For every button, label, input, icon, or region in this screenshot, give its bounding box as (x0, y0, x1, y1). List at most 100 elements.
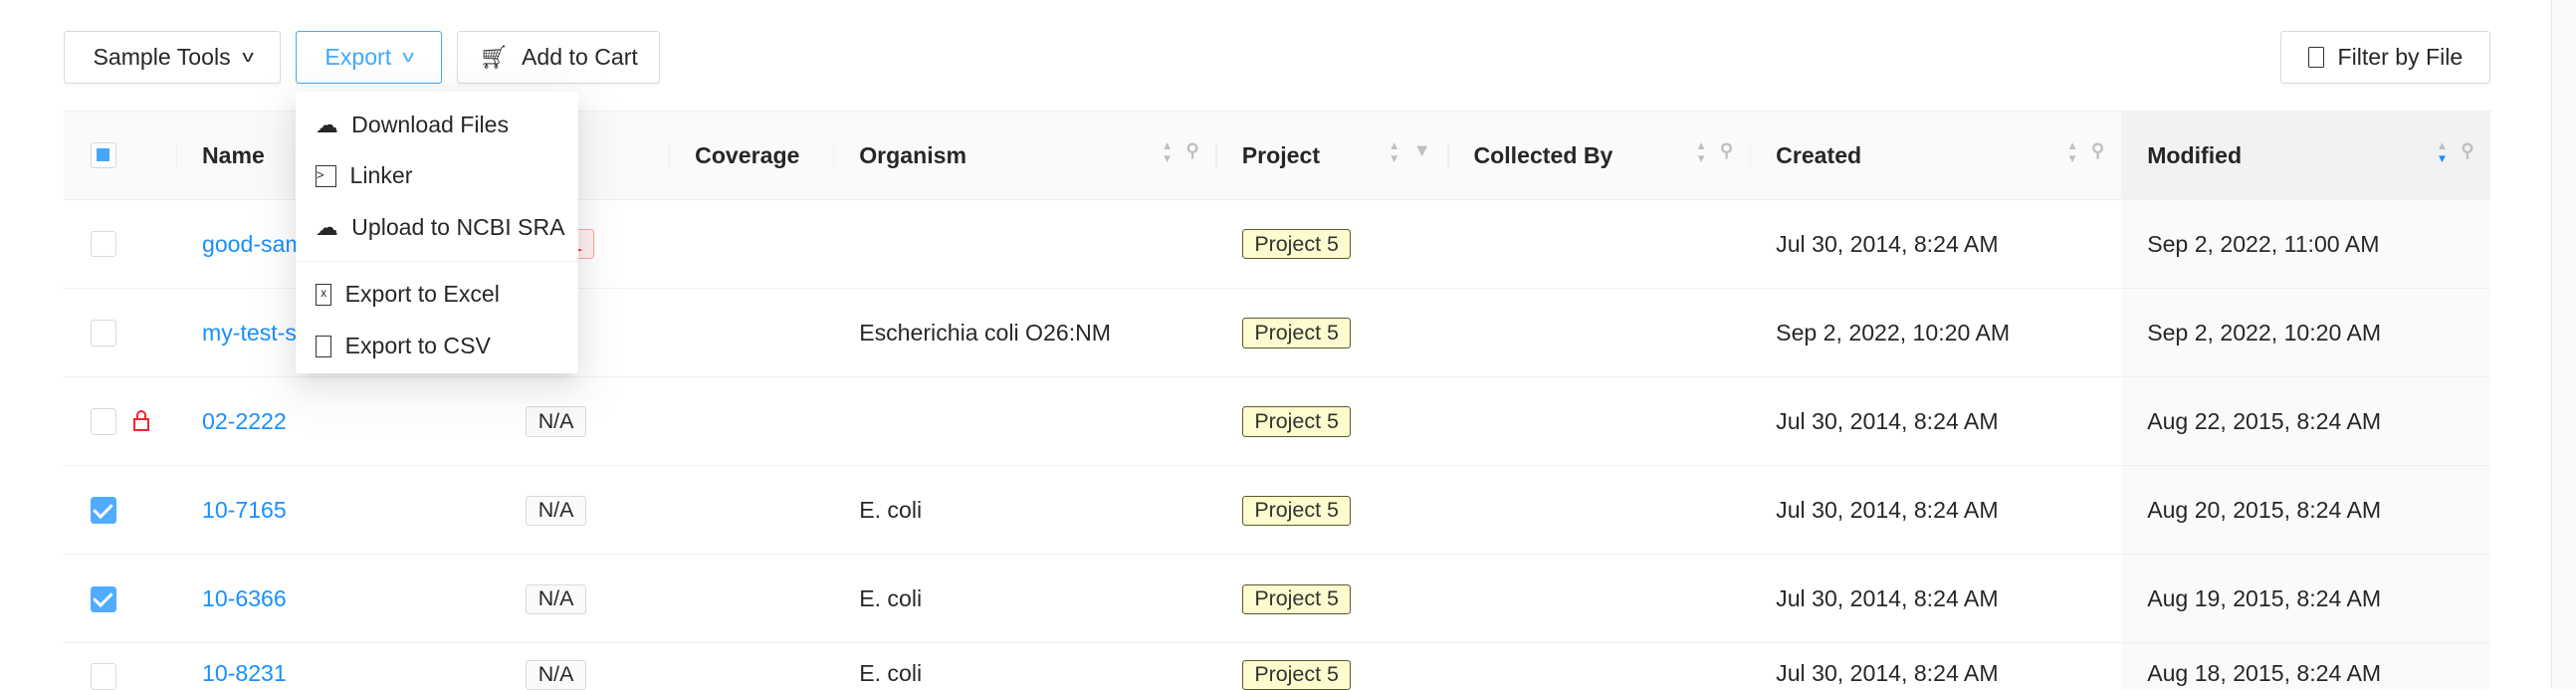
table-row[interactable]: 10-7165 N/A E. coli Project 5 Jul 30, 20… (64, 466, 2491, 556)
menu-item-export-excel[interactable]: x Export to Excel (296, 269, 578, 321)
add-to-cart-label: Add to Cart (522, 44, 638, 71)
created-cell: Sep 2, 2022, 10:20 AM (1776, 319, 2011, 345)
column-organism[interactable]: Organism ▲ ▼ ⚲ (832, 112, 1216, 200)
search-icon[interactable]: ⚲ (1720, 140, 1733, 166)
sample-name-link[interactable]: 10-8231 (202, 660, 287, 687)
chevron-down-icon: v (242, 48, 254, 67)
created-cell: Jul 30, 2014, 8:24 AM (1776, 230, 1999, 257)
sample-name-link[interactable]: 02-2222 (202, 408, 287, 435)
project-tag[interactable]: Project 5 (1241, 659, 1352, 690)
file-icon (2307, 47, 2325, 69)
samples-page: Sample Tools v Export v 🛒︎ Add to Cart Filt… (0, 0, 2576, 690)
filter-icon[interactable]: ▼ (1413, 140, 1431, 166)
column-created-label: Created (1776, 141, 1862, 168)
menu-item-label: Linker (349, 162, 413, 189)
menu-item-download-files[interactable]: ☁︎ Download Files (296, 99, 578, 150)
row-checkbox[interactable] (90, 408, 117, 435)
column-collected-by[interactable]: Collected By ▲ ▼ ⚲ (1447, 112, 1750, 200)
modified-cell: Aug 19, 2015, 8:24 AM (2147, 585, 2382, 612)
menu-item-label: Download Files (351, 111, 510, 137)
organism-cell: E. coli (859, 659, 923, 686)
cloud-download-icon: ☁︎ (315, 111, 338, 137)
modified-cell: Aug 22, 2015, 8:24 AM (2147, 408, 2382, 435)
created-cell: Jul 30, 2014, 8:24 AM (1776, 585, 1999, 612)
column-project[interactable]: Project ▲ ▼ ▼ (1215, 112, 1447, 200)
export-label: Export (324, 44, 392, 71)
column-coverage-label: Coverage (695, 141, 800, 168)
add-to-cart-button[interactable]: 🛒︎ Add to Cart (456, 31, 661, 85)
file-icon (315, 336, 332, 357)
collected-by-cell (1447, 555, 1473, 643)
search-icon[interactable]: ⚲ (1186, 140, 1199, 166)
column-created[interactable]: Created ▲ ▼ ⚲ (1749, 112, 2121, 200)
row-checkbox[interactable] (90, 497, 117, 524)
collected-by-cell (1447, 200, 1473, 289)
menu-item-label: Upload to NCBI SRA (351, 214, 565, 241)
organism-cell (833, 377, 859, 466)
filter-by-file-button[interactable]: Filter by File (2279, 31, 2491, 85)
chevron-down-icon: v (402, 48, 415, 67)
organism-cell: E. coli (859, 497, 923, 524)
column-coverage[interactable]: Coverage (668, 112, 833, 200)
menu-item-label: Export to Excel (344, 281, 500, 308)
page-scrollbar[interactable] (2551, 0, 2576, 689)
menu-item-export-csv[interactable]: Export to CSV (296, 321, 578, 372)
row-checkbox[interactable] (90, 320, 117, 346)
collected-by-cell (1447, 643, 1473, 689)
qc-badge: N/A (526, 495, 586, 526)
row-checkbox[interactable] (90, 231, 117, 258)
column-modified[interactable]: Modified ▲ ▼ ⚲ (2120, 111, 2491, 200)
export-menu: ☁︎ Download Files > Linker ☁︎ Upload to NCB… (296, 92, 578, 373)
column-organism-label: Organism (859, 141, 966, 168)
organism-cell: E. coli (859, 585, 923, 612)
modified-cell: Sep 2, 2022, 11:00 AM (2147, 230, 2380, 257)
project-tag[interactable]: Project 5 (1241, 318, 1352, 348)
menu-item-linker[interactable]: > Linker (296, 150, 578, 202)
qc-badge: N/A (526, 659, 586, 690)
file-excel-icon: x (315, 284, 332, 306)
modified-cell: Sep 2, 2022, 10:20 AM (2147, 319, 2382, 345)
sort-icon[interactable]: ▲ ▼ (1162, 140, 1173, 166)
sample-tools-label: Sample Tools (93, 44, 231, 71)
select-all-checkbox[interactable] (90, 141, 117, 169)
export-dropdown[interactable]: Export v (296, 31, 442, 85)
filter-by-file-label: Filter by File (2337, 44, 2464, 71)
sample-name-link[interactable]: 10-6366 (202, 585, 287, 612)
created-cell: Jul 30, 2014, 8:24 AM (1776, 408, 1999, 435)
sort-icon[interactable]: ▲ ▼ (1389, 140, 1399, 166)
terminal-icon: > (315, 165, 337, 187)
organism-cell (833, 200, 859, 289)
column-project-label: Project (1241, 141, 1321, 168)
cart-icon: 🛒︎ (479, 44, 509, 71)
menu-item-label: Export to CSV (344, 333, 491, 359)
sort-descending-icon[interactable]: ▲ ▼ (2437, 140, 2448, 166)
organism-cell: Escherichia coli O26:NM (859, 319, 1112, 345)
sort-icon[interactable]: ▲ ▼ (2066, 140, 2077, 166)
project-tag[interactable]: Project 5 (1241, 583, 1352, 614)
column-name-label: Name (201, 141, 265, 168)
search-icon[interactable]: ⚲ (2461, 140, 2473, 166)
sample-tools-dropdown[interactable]: Sample Tools v (64, 31, 282, 85)
modified-cell: Aug 20, 2015, 8:24 AM (2147, 497, 2382, 524)
column-collected-by-label: Collected By (1473, 141, 1613, 168)
project-tag[interactable]: Project 5 (1241, 495, 1352, 526)
lock-icon (132, 409, 150, 432)
column-modified-label: Modified (2147, 141, 2243, 168)
table-row[interactable]: 02-2222 N/A Project 5 Jul 30, 2014, 8:24… (64, 377, 2491, 467)
search-icon[interactable]: ⚲ (2091, 140, 2104, 166)
table-row[interactable]: 10-8231 N/A E. coli Project 5 Jul 30, 20… (64, 643, 2490, 690)
menu-item-upload-ncbi-sra[interactable]: ☁︎ Upload to NCBI SRA (296, 202, 578, 254)
created-cell: Jul 30, 2014, 8:24 AM (1776, 659, 1999, 686)
row-checkbox[interactable] (90, 663, 117, 690)
cloud-upload-icon: ☁︎ (315, 214, 338, 241)
menu-divider (296, 260, 578, 263)
project-tag[interactable]: Project 5 (1241, 406, 1352, 437)
sample-name-link[interactable]: 10-7165 (202, 497, 287, 524)
project-tag[interactable]: Project 5 (1241, 229, 1352, 260)
modified-cell: Aug 18, 2015, 8:24 AM (2147, 659, 2382, 686)
sort-icon[interactable]: ▲ ▼ (1695, 140, 1706, 166)
table-row[interactable]: 10-6366 N/A E. coli Project 5 Jul 30, 20… (64, 555, 2491, 644)
collected-by-cell (1447, 466, 1473, 555)
collected-by-cell (1447, 377, 1473, 466)
row-checkbox[interactable] (90, 585, 117, 612)
